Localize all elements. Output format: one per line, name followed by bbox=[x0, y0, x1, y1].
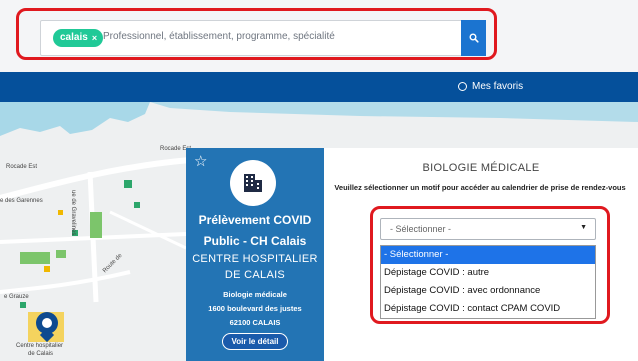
panel-instruction: Veuillez sélectionner un motif pour accé… bbox=[334, 183, 626, 192]
establishment-card: ☆ Prélèvement COVID Public - CH Calais C… bbox=[186, 148, 324, 361]
favorites-icon bbox=[458, 82, 467, 91]
map-water bbox=[0, 102, 150, 136]
hospital-building-icon bbox=[244, 174, 262, 192]
favorite-star-icon[interactable]: ☆ bbox=[194, 152, 207, 170]
card-specialty: Biologie médicale bbox=[223, 290, 287, 299]
card-title: Prélèvement COVID bbox=[198, 213, 312, 227]
select-highlight-outline bbox=[370, 206, 610, 324]
map-building-5 bbox=[20, 302, 26, 308]
map-label-grauze: e Grauze bbox=[4, 294, 29, 300]
favorites-link[interactable]: Mes favoris bbox=[458, 81, 523, 92]
map-road-3 bbox=[0, 270, 131, 294]
favorites-label: Mes favoris bbox=[472, 81, 524, 92]
view-detail-button[interactable]: Voir le détail bbox=[222, 333, 288, 350]
map-label-hospital: Centre hospitalier bbox=[16, 343, 64, 349]
map-label-hospital-2: de Calais bbox=[28, 351, 54, 357]
map-building-1 bbox=[124, 180, 132, 188]
map-park-2 bbox=[20, 252, 50, 264]
map-road-4 bbox=[109, 210, 187, 250]
map-marker-dot bbox=[42, 318, 52, 328]
map-label-rocade-est: Rocade Est bbox=[6, 164, 38, 170]
card-address: 1600 boulevard des justes bbox=[208, 304, 302, 313]
map-park-1 bbox=[90, 212, 102, 238]
map-building-6 bbox=[58, 210, 63, 215]
nav-bar bbox=[0, 72, 638, 102]
map-building-4 bbox=[44, 266, 50, 272]
panel-title: BIOLOGIE MÉDICALE bbox=[422, 162, 540, 174]
map-label-gravelines: ue de Gravelines bbox=[70, 190, 76, 236]
search-highlight-outline bbox=[16, 8, 497, 60]
card-city: 62100 CALAIS bbox=[229, 318, 281, 327]
map-building-2 bbox=[134, 202, 140, 208]
map-park-3 bbox=[56, 250, 66, 258]
card-establishment-name: CENTRE HOSPITALIER DE CALAIS bbox=[192, 253, 318, 281]
building-icon-circle bbox=[230, 160, 276, 206]
map-label-garennes: e des Garennes bbox=[0, 198, 43, 204]
card-subtitle: Public - CH Calais bbox=[203, 234, 307, 248]
